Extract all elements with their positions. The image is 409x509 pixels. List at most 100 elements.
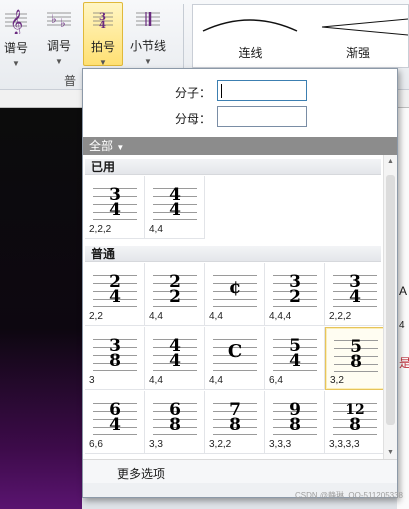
time-signature-option[interactable]: 12 8 3,3,3,3: [325, 391, 385, 454]
staff-line: [213, 306, 257, 307]
denominator-digit: 4: [169, 351, 181, 371]
filter-label: 全部: [89, 139, 114, 153]
beat-grouping-label: 4,4: [209, 311, 223, 322]
time-signature-glyph: 68: [153, 399, 197, 435]
beat-grouping-label: 3,3: [149, 439, 163, 450]
beat-grouping-label: 2,2,2: [89, 224, 112, 235]
time-signature-glyph: 64: [93, 399, 137, 435]
time-signature-option[interactable]: 2 4 2,2: [85, 263, 145, 326]
time-signature-option[interactable]: 3 4 2,2,2: [85, 176, 145, 239]
beat-grouping-label: 6,6: [89, 439, 103, 450]
beat-grouping-label: 4,4: [209, 375, 223, 386]
common-grid: 2 4 2,2 2 2 4,4 ¢ 4,4 3 2 4,4,4 3 4 2,2,2 3 8 3 4 4 4,4 C 4,4…: [85, 263, 385, 455]
time-signature-glyph: C: [213, 335, 257, 371]
time-signature-glyph: ¢: [213, 271, 257, 307]
scroll-down-icon[interactable]: ▼: [387, 449, 394, 456]
numerator-input[interactable]: [217, 80, 307, 101]
beat-grouping-label: 3,2: [330, 375, 344, 386]
time-signature-option[interactable]: ¢ 4,4: [205, 263, 265, 326]
barline-button[interactable]: 小节线 ▼: [127, 2, 169, 66]
beat-grouping-label: 2,2,2: [329, 311, 352, 322]
time-signature-option[interactable]: 5 8 3,2: [325, 327, 385, 390]
denominator-digit: 8: [350, 352, 362, 372]
time-signature-option[interactable]: 6 4 6,6: [85, 391, 145, 454]
denominator-digit: 4: [109, 287, 121, 307]
time-signature-glyph: 44: [153, 184, 197, 220]
time-signature-glyph: 38: [93, 335, 137, 371]
time-signature-option[interactable]: C 4,4: [205, 327, 265, 390]
crescendo-button[interactable]: 渐强: [308, 5, 409, 67]
time-signature-glyph: 98: [273, 399, 317, 435]
denominator-digit: 4: [109, 200, 121, 220]
time-signature-option[interactable]: 9 8 3,3,3: [265, 391, 325, 454]
slur-label: 连线: [238, 46, 263, 60]
background-text: 是: [399, 356, 409, 370]
denominator-digit: 2: [289, 287, 301, 307]
denominator-digit: 8: [109, 351, 121, 371]
staff-line: [213, 299, 257, 300]
recent-grid: 3 4 2,2,2 4 4 4,4: [85, 176, 385, 240]
beat-grouping-label: 6,4: [269, 375, 283, 386]
svg-text:𝄞: 𝄞: [10, 9, 23, 34]
time-signature-icon: 34: [88, 7, 118, 33]
beat-grouping-label: 4,4: [149, 375, 163, 386]
time-signature-option[interactable]: 3 4 2,2,2: [325, 263, 385, 326]
text-caret: [221, 84, 222, 98]
time-signature-option[interactable]: 6 8 3,3: [145, 391, 205, 454]
time-signature-glyph: 54: [273, 335, 317, 371]
svg-text:♭: ♭: [60, 16, 66, 30]
slur-icon: [202, 19, 298, 32]
staff-line: [213, 363, 257, 364]
denominator-input[interactable]: [217, 106, 307, 127]
time-signature-glyph: 32: [273, 271, 317, 307]
time-signature-glyph: 24: [93, 271, 137, 307]
beat-grouping-label: 4,4: [149, 224, 163, 235]
beat-grouping-label: 2,2: [89, 311, 103, 322]
scroll-thumb[interactable]: [386, 175, 395, 425]
time-signature-option[interactable]: 7 8 3,2,2: [205, 391, 265, 454]
time-signature-option[interactable]: 38 3: [85, 327, 145, 390]
denominator-digit: 4: [349, 287, 361, 307]
background-text: A: [399, 284, 408, 298]
clef-button-label: 谱号: [3, 41, 28, 55]
denominator-digit: 4: [109, 415, 121, 435]
common-time-symbol: ¢: [228, 277, 242, 298]
denominator-digit: 4: [289, 351, 301, 371]
beat-grouping-label: 4,4: [149, 311, 163, 322]
watermark: CSDN @静琳_QQ-511205338: [294, 491, 403, 500]
time-signature-button[interactable]: 34 拍号 ▼: [83, 2, 123, 67]
denominator-digit: 8: [349, 415, 361, 435]
more-options-label: 更多选项: [117, 467, 166, 481]
lines-gallery: 连线 渐强: [192, 4, 409, 68]
crescendo-icon: [321, 18, 409, 36]
score-page-edge: A 4 是: [397, 108, 409, 509]
more-options-button[interactable]: 更多选项: [83, 459, 397, 483]
time-signature-glyph: 12 8: [333, 399, 377, 435]
scroll-up-icon[interactable]: ▲: [387, 158, 394, 165]
staff-line: [213, 339, 257, 340]
key-signature-button[interactable]: ♭ ♭ 调号 ▼: [44, 2, 74, 66]
chevron-down-icon: ▼: [116, 143, 125, 152]
chevron-down-icon: ▼: [55, 57, 63, 66]
barline-icon: [133, 6, 163, 32]
time-signature-glyph: 22: [153, 271, 197, 307]
denominator-label: 分母：: [175, 112, 212, 126]
chevron-down-icon: ▼: [99, 58, 107, 67]
denominator-digit: 8: [169, 415, 181, 435]
time-signature-option[interactable]: 4 4 4,4: [145, 176, 205, 239]
time-signature-option[interactable]: 4 4 4,4: [145, 327, 205, 390]
crescendo-label: 渐强: [345, 46, 370, 60]
time-signature-option[interactable]: 2 2 4,4: [145, 263, 205, 326]
filter-dropdown[interactable]: 全部 ▼: [83, 137, 397, 155]
clef-button[interactable]: 𝄞 谱号 ▼: [0, 2, 32, 68]
beat-grouping-label: 3,3,3: [269, 439, 292, 450]
popup-scrollbar[interactable]: ▲ ▼: [383, 155, 397, 459]
time-signature-glyph: 44: [153, 335, 197, 371]
time-signature-option[interactable]: 3 2 4,4,4: [265, 263, 325, 326]
denominator-digit: 8: [229, 415, 241, 435]
beat-grouping-label: 3,2,2: [209, 439, 232, 450]
common-time-symbol: C: [227, 341, 243, 362]
time-signature-option[interactable]: 5 4 6,4: [265, 327, 325, 390]
background-text: 4: [399, 320, 405, 331]
slur-button[interactable]: 连线: [193, 5, 308, 67]
